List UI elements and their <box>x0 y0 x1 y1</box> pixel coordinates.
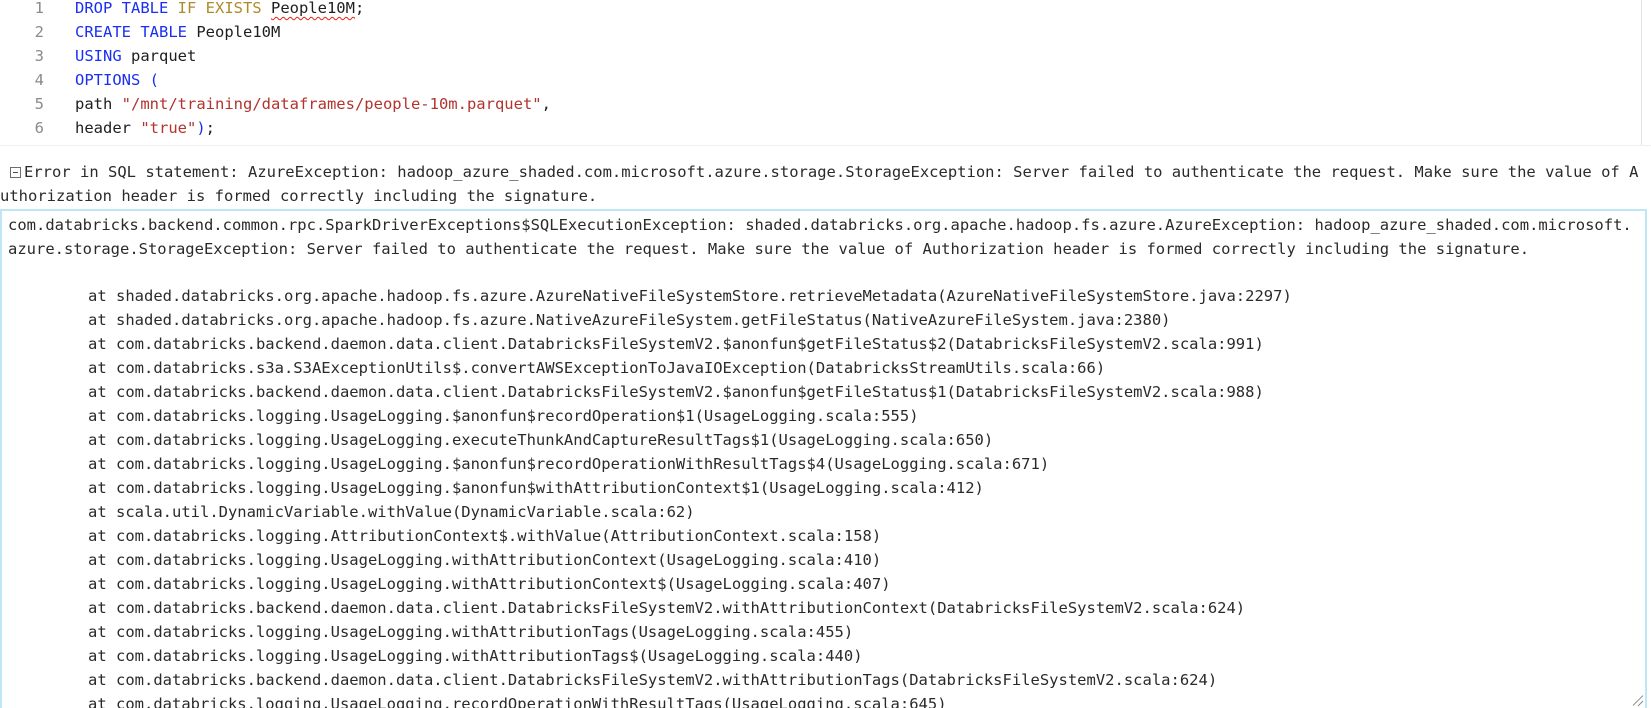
editor-scrollbar-track <box>1641 0 1642 145</box>
code-text: DROP TABLE IF EXISTS People10M; <box>75 0 364 21</box>
stack-frame: at com.databricks.backend.daemon.data.cl… <box>88 599 1246 617</box>
code-text: path "/mnt/training/dataframes/people-10… <box>75 92 551 117</box>
cell-divider <box>0 145 1651 146</box>
stack-frame: at com.databricks.backend.daemon.data.cl… <box>88 383 1264 401</box>
stack-frame: at com.databricks.logging.UsageLogging.w… <box>88 647 863 665</box>
stack-frame: at shaded.databricks.org.apache.hadoop.f… <box>88 287 1292 305</box>
code-token: path <box>75 95 122 113</box>
stack-frames: at shaded.databricks.org.apache.hadoop.f… <box>2 284 1642 708</box>
code-token-str: "true" <box>140 119 197 137</box>
code-text: OPTIONS ( <box>75 68 159 93</box>
stack-frame: at com.databricks.backend.daemon.data.cl… <box>88 335 1264 353</box>
code-token-kw: DROP TABLE <box>75 0 178 17</box>
code-token: parquet <box>131 47 197 65</box>
code-token-kw: OPTIONS ( <box>75 71 159 89</box>
stack-frame: at com.databricks.logging.UsageLogging.w… <box>88 575 891 593</box>
stack-frame: at com.databricks.logging.UsageLogging.w… <box>88 551 882 569</box>
line-number: 6 <box>34 119 44 137</box>
stack-frame: at com.databricks.logging.UsageLogging.w… <box>88 623 854 641</box>
code-text: USING parquet <box>75 44 196 69</box>
code-token-kw: CREATE TABLE <box>75 23 197 41</box>
collapse-minus-icon[interactable] <box>10 167 21 178</box>
stack-frame: at scala.util.DynamicVariable.withValue(… <box>88 503 695 521</box>
code-token-kw: USING <box>75 47 131 65</box>
code-editor[interactable]: 1 DROP TABLE IF EXISTS People10M; 2 CREATE … <box>0 0 1641 145</box>
code-token-kw: ) <box>196 119 206 137</box>
resize-handle-icon[interactable] <box>1631 694 1643 706</box>
code-token: People10M <box>196 23 281 41</box>
stack-frame: at com.databricks.logging.UsageLogging.$… <box>88 479 984 497</box>
stack-frame: at com.databricks.logging.UsageLogging.$… <box>88 455 1050 473</box>
stack-frame: at com.databricks.logging.UsageLogging.e… <box>88 431 994 449</box>
code-token: header <box>75 119 141 137</box>
stack-frame: at com.databricks.s3a.S3AExceptionUtils$… <box>88 359 1106 377</box>
error-summary: Error in SQL statement: AzureException: … <box>0 160 1645 208</box>
stack-frame: at com.databricks.logging.UsageLogging.$… <box>88 407 919 425</box>
line-number: 1 <box>34 0 44 17</box>
line-number: 3 <box>34 47 44 65</box>
stack-trace-panel[interactable]: com.databricks.backend.common.rpc.SparkD… <box>0 209 1647 708</box>
line-number: 4 <box>34 71 44 89</box>
code-token-squiggle: People10M <box>270 0 355 17</box>
code-token: , <box>541 95 551 113</box>
error-summary-text: Error in SQL statement: AzureException: … <box>0 163 1639 205</box>
stack-frame: at com.databricks.logging.AttributionCon… <box>88 527 882 545</box>
stack-frame: at shaded.databricks.org.apache.hadoop.f… <box>88 311 1171 329</box>
code-token-str: "/mnt/training/dataframes/people-10m.par… <box>121 95 542 113</box>
stack-frame: at com.databricks.logging.UsageLogging.r… <box>88 695 947 708</box>
code-token-kw2: IF EXISTS <box>177 0 271 17</box>
line-number: 5 <box>34 95 44 113</box>
code-token: ; <box>354 0 365 17</box>
code-text: CREATE TABLE People10M <box>75 20 280 45</box>
stack-frame: at com.databricks.backend.daemon.data.cl… <box>88 671 1218 689</box>
code-text: header "true"); <box>75 116 215 141</box>
code-token: ; <box>205 119 216 137</box>
exception-message: com.databricks.backend.common.rpc.SparkD… <box>8 216 1632 258</box>
line-number: 2 <box>34 23 44 41</box>
